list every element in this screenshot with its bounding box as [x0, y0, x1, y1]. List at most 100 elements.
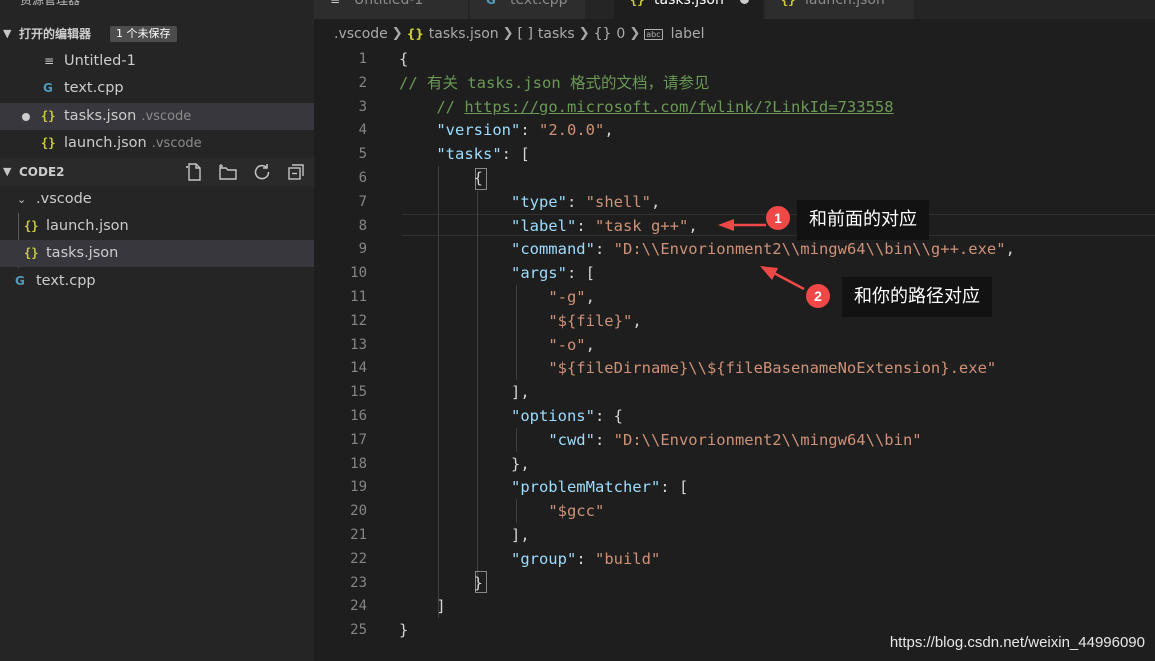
- new-folder-icon[interactable]: [218, 162, 238, 182]
- code-line: 22 "group": "build": [314, 548, 1155, 572]
- code-line: 4 "version": "2.0.0",: [314, 119, 1155, 143]
- cpp-file-icon: G: [15, 274, 25, 288]
- tree-folder-vscode[interactable]: ⌄ .vscode: [0, 186, 314, 213]
- cpp-file-icon: G: [486, 0, 496, 7]
- open-editor-label: launch.json: [64, 135, 147, 151]
- tree-folder-label: .vscode: [36, 191, 92, 207]
- json-file-icon: {}: [406, 27, 424, 41]
- explorer-sidebar: 资源管理器 ▼ 打开的编辑器 1 个未保存 ≡ Untitled-1 G tex…: [0, 0, 314, 661]
- new-file-icon[interactable]: [184, 162, 204, 182]
- chevron-right-icon: ❯: [578, 26, 590, 41]
- open-editor-tasks-json[interactable]: {} tasks.json .vscode: [0, 103, 314, 130]
- tab-label: launch.json: [805, 0, 885, 8]
- code-line: 11 "-g",: [314, 286, 1155, 310]
- code-line: 1{: [314, 48, 1155, 72]
- open-editors-header[interactable]: ▼ 打开的编辑器 1 个未保存: [0, 23, 314, 45]
- open-editor-text-cpp[interactable]: G text.cpp: [0, 75, 314, 102]
- line-number: 25: [350, 622, 367, 639]
- tree-file-label: text.cpp: [36, 273, 96, 289]
- tab-text-cpp[interactable]: G text.cpp: [470, 0, 586, 19]
- chevron-right-icon: ❯: [391, 26, 403, 41]
- open-editor-launch-json[interactable]: {} launch.json .vscode: [0, 130, 314, 157]
- tab-untitled-1[interactable]: ≡ Untitled-1: [314, 0, 469, 19]
- breadcrumb: .vscode ❯ {} tasks.json ❯ [ ] tasks ❯ {}…: [314, 20, 1155, 48]
- code-line: 23 }: [314, 572, 1155, 596]
- line-number: 22: [350, 550, 367, 567]
- open-editor-label: tasks.json: [64, 108, 137, 124]
- watermark: https://blog.csdn.net/weixin_44996090: [889, 634, 1145, 651]
- line-number: 17: [350, 431, 367, 448]
- code-line: 20 "$gcc": [314, 500, 1155, 524]
- line-number: 18: [350, 455, 367, 472]
- tree-file-text-cpp[interactable]: G text.cpp: [0, 268, 314, 295]
- breadcrumb-index[interactable]: 0: [616, 20, 625, 48]
- annotation-label-1: 和前面的对应: [797, 200, 929, 240]
- line-number: 20: [350, 503, 367, 520]
- code-line: 17 "cwd": "D:\\Envorionment2\\mingw64\\b…: [314, 429, 1155, 453]
- tree-file-launch-json[interactable]: {} launch.json: [0, 213, 314, 240]
- docs-link[interactable]: https://go.microsoft.com/fwlink/?LinkId=…: [464, 98, 893, 116]
- breadcrumb-folder[interactable]: .vscode: [334, 20, 388, 48]
- chevron-right-icon: ❯: [502, 26, 514, 41]
- text-file-icon: ≡: [44, 54, 55, 68]
- breadcrumb-property[interactable]: label: [671, 20, 705, 48]
- open-editors-title: 打开的编辑器: [19, 27, 92, 41]
- explorer-title: 资源管理器: [20, 0, 81, 7]
- json-file-icon: {}: [24, 219, 39, 233]
- line-number: 11: [350, 289, 367, 305]
- open-editor-folder: .vscode: [141, 109, 192, 124]
- tab-tasks-json[interactable]: {} tasks.json: [614, 0, 764, 19]
- unsaved-dot-icon[interactable]: [22, 113, 30, 121]
- unsaved-dot-icon[interactable]: [740, 0, 749, 4]
- string-symbol-icon: abc: [644, 28, 663, 40]
- code-line: 8 "label": "task g++",: [314, 215, 1155, 239]
- code-line: 19 "problemMatcher": [: [314, 476, 1155, 500]
- collapse-all-icon[interactable]: [286, 162, 306, 182]
- line-number: 9: [358, 241, 367, 258]
- unsaved-badge: 1 个未保存: [110, 26, 177, 42]
- line-number: 4: [358, 122, 367, 139]
- refresh-icon[interactable]: [252, 162, 272, 182]
- line-number: 6: [358, 170, 367, 186]
- open-editor-label: Untitled-1: [64, 53, 136, 69]
- code-line: 12 "${file}",: [314, 310, 1155, 334]
- code-line: 16 "options": {: [314, 405, 1155, 429]
- code-editor[interactable]: 1{ 2 // 有关 tasks.json 格式的文档，请参见 3 // http…: [314, 48, 1155, 661]
- object-symbol-icon: {}: [593, 26, 612, 42]
- open-editor-label: text.cpp: [64, 80, 124, 96]
- arg-value: "${fileDirname}\\${fileBasenameNoExtensi…: [548, 359, 997, 378]
- tab-label: text.cpp: [510, 0, 568, 8]
- code-line: 5 "tasks": [: [314, 143, 1155, 167]
- code-line: 9 "command": "D:\\Envorionment2\\mingw64…: [314, 238, 1155, 262]
- type-value: "shell": [585, 192, 651, 211]
- code-line: 24 ]: [314, 595, 1155, 619]
- breadcrumb-array[interactable]: tasks: [538, 20, 575, 48]
- line-number: 12: [350, 312, 367, 329]
- annotation-number-2: 2: [806, 284, 830, 308]
- arg-value: "-o": [548, 335, 586, 354]
- open-editor-untitled-1[interactable]: ≡ Untitled-1: [0, 48, 314, 75]
- tab-launch-json[interactable]: {} launch.json: [765, 0, 915, 19]
- tree-file-tasks-json[interactable]: {} tasks.json: [0, 240, 314, 267]
- label-value: "task g++": [594, 216, 689, 235]
- code-line: 6 {: [314, 167, 1155, 191]
- chevron-right-icon: ❯: [629, 26, 641, 41]
- tree-file-label: tasks.json: [46, 245, 119, 261]
- cwd-value: "D:\\Envorionment2\\mingw64\\bin": [613, 430, 922, 449]
- code-line: 14 "${fileDirname}\\${fileBasenameNoExte…: [314, 357, 1155, 381]
- workspace-header[interactable]: ▼ CODE2: [0, 158, 314, 186]
- code-line: 10 "args": [: [314, 262, 1155, 286]
- line-number: 10: [350, 265, 367, 282]
- line-number: 14: [350, 360, 367, 377]
- code-line: 21 ],: [314, 524, 1155, 548]
- chevron-down-icon: ⌄: [17, 193, 27, 206]
- group-value: "build": [594, 549, 661, 568]
- line-number: 21: [350, 527, 367, 543]
- line-number: 7: [358, 193, 367, 210]
- chevron-down-icon: ▼: [3, 27, 12, 40]
- line-number: 5: [358, 146, 367, 163]
- line-number: 15: [350, 384, 367, 401]
- breadcrumb-file[interactable]: tasks.json: [429, 20, 499, 48]
- line-number: 16: [350, 408, 367, 424]
- json-file-icon: {}: [781, 0, 796, 7]
